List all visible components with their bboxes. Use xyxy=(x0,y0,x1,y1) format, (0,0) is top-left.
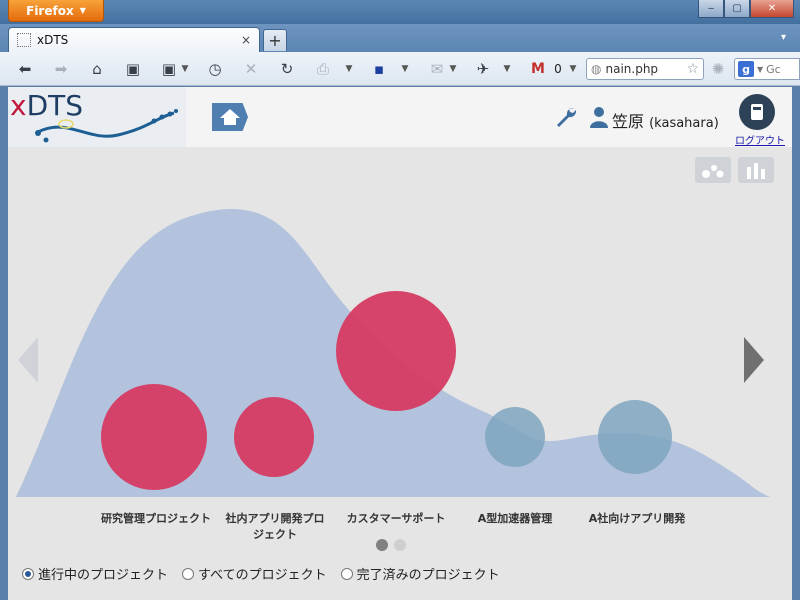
firefox-menu-label: Firefox xyxy=(26,3,74,18)
bookmarks-menu-icon[interactable]: ▣ xyxy=(158,59,180,79)
caret-down-icon[interactable]: ▼ xyxy=(568,59,578,79)
window-titlebar: Firefox ▼ ‒ ▢ ✕ xyxy=(0,0,800,24)
caret-down-icon[interactable]: ▼ xyxy=(757,65,763,74)
tab-strip: xDTS × + ▾ xyxy=(0,24,800,52)
bubble-view-button[interactable] xyxy=(695,157,731,183)
firefox-menu-button[interactable]: Firefox ▼ xyxy=(8,0,104,22)
logo[interactable]: xDTS xyxy=(8,87,186,147)
new-tab-button[interactable]: + xyxy=(263,29,287,51)
caret-down-icon: ▼ xyxy=(79,6,86,15)
maximize-button[interactable]: ▢ xyxy=(724,0,750,18)
window-frame-left xyxy=(0,87,8,600)
search-placeholder: Gc xyxy=(766,62,781,76)
history-icon[interactable]: ◷ xyxy=(204,59,226,79)
globe-icon: ◍ xyxy=(591,62,602,76)
project-bubble[interactable] xyxy=(101,384,207,490)
project-label: A型加速器管理 xyxy=(477,512,553,525)
star-icon[interactable]: ☆ xyxy=(686,61,699,77)
tab-xdts[interactable]: xDTS × xyxy=(8,27,260,52)
mail-icon[interactable]: ✉ xyxy=(426,59,448,79)
home-icon[interactable]: ⌂ xyxy=(86,59,108,79)
settings-wrench-icon[interactable] xyxy=(554,105,578,129)
project-bubble[interactable] xyxy=(234,397,314,477)
reload-icon[interactable]: ↻ xyxy=(276,59,298,79)
previous-arrow-icon[interactable] xyxy=(18,337,40,383)
user-name: 笠原 (kasahara) xyxy=(612,112,719,131)
caret-down-icon[interactable]: ▼ xyxy=(448,59,458,79)
filter-completed[interactable]: 完了済みのプロジェクト xyxy=(340,564,500,583)
pagination-dot-active[interactable] xyxy=(376,539,388,551)
addon-icon[interactable]: ✈ xyxy=(472,59,494,79)
tab-close-icon[interactable]: × xyxy=(241,33,251,47)
filter-label: すべてのプロジェクト xyxy=(198,568,327,583)
project-label: A社向けアプリ開発 xyxy=(588,512,686,525)
url-bar[interactable]: ◍ nain.php ☆ xyxy=(586,58,704,80)
close-window-button[interactable]: ✕ xyxy=(750,0,794,18)
page-content: xDTS 笠原 (kasahara) ログアウト 研究管理プロジェクト 社内アプ… xyxy=(8,87,792,600)
stop-icon[interactable]: ✕ xyxy=(240,59,262,79)
project-label: カスタマーサポート xyxy=(346,512,446,525)
bar-view-button[interactable] xyxy=(738,157,774,183)
caret-down-icon[interactable]: ▼ xyxy=(400,59,410,79)
minimize-button[interactable]: ‒ xyxy=(698,0,724,18)
app-header: xDTS 笠原 (kasahara) ログアウト xyxy=(8,87,792,147)
user-icon xyxy=(590,107,608,128)
gmail-icon[interactable]: M xyxy=(528,59,548,79)
google-icon[interactable]: g xyxy=(738,61,754,77)
navigation-toolbar: ⬅ ➡ ⌂ ▣ ▣ ▼ ◷ ✕ ↻ ⎙ ▼ ▪ ▼ ✉ ▼ ✈ ▼ M 0 ▼ … xyxy=(0,52,800,86)
caret-down-icon[interactable]: ▼ xyxy=(344,59,354,79)
logout-door-icon xyxy=(751,104,763,120)
bookmark-icon[interactable]: ▣ xyxy=(122,59,144,79)
bubble-chart-icon xyxy=(702,165,724,178)
project-label: 社内アプリ開発プロ ジェクト xyxy=(225,512,325,541)
print-icon[interactable]: ⎙ xyxy=(312,59,334,79)
window-frame-right xyxy=(792,87,800,600)
logout-link[interactable]: ログアウト xyxy=(735,132,785,147)
project-bubble[interactable] xyxy=(598,400,672,474)
save-icon[interactable]: ▪ xyxy=(368,59,390,79)
radio-icon[interactable] xyxy=(182,567,195,580)
filter-in-progress[interactable]: 進行中のプロジェクト xyxy=(22,564,168,583)
project-label: 研究管理プロジェクト xyxy=(101,512,211,525)
next-arrow-icon[interactable] xyxy=(742,337,764,383)
logo-text: xDTS xyxy=(10,89,84,122)
filter-label: 完了済みのプロジェクト xyxy=(356,568,500,583)
back-icon[interactable]: ⬅ xyxy=(14,59,36,79)
search-bar[interactable]: g ▼ Gc xyxy=(734,58,800,80)
filter-all[interactable]: すべてのプロジェクト xyxy=(182,564,327,583)
sync-icon[interactable]: ✺ xyxy=(708,59,728,79)
filter-label: 進行中のプロジェクト xyxy=(38,568,169,583)
radio-selected-icon[interactable] xyxy=(22,567,34,580)
radio-icon[interactable] xyxy=(340,567,353,580)
tab-title: xDTS xyxy=(37,33,69,47)
favicon-placeholder-icon xyxy=(17,33,31,47)
logout-button[interactable] xyxy=(739,94,775,130)
url-text: nain.php xyxy=(605,62,659,76)
window-controls: ‒ ▢ ✕ xyxy=(698,0,794,18)
caret-down-icon[interactable]: ▼ xyxy=(180,59,190,79)
tab-list-icon[interactable]: ▾ xyxy=(781,32,786,43)
project-bubble[interactable] xyxy=(485,407,545,467)
pagination-dot[interactable] xyxy=(394,539,406,551)
caret-down-icon[interactable]: ▼ xyxy=(502,59,512,79)
home-button[interactable] xyxy=(212,103,248,131)
home-icon xyxy=(220,109,240,125)
gmail-count: 0 xyxy=(554,62,562,76)
bar-chart-icon xyxy=(747,163,765,179)
forward-icon[interactable]: ➡ xyxy=(50,59,72,79)
project-bubble[interactable] xyxy=(336,291,456,411)
project-bubble-chart xyxy=(16,208,770,497)
project-filter: 進行中のプロジェクト すべてのプロジェクト 完了済みのプロジェクト xyxy=(22,564,500,583)
